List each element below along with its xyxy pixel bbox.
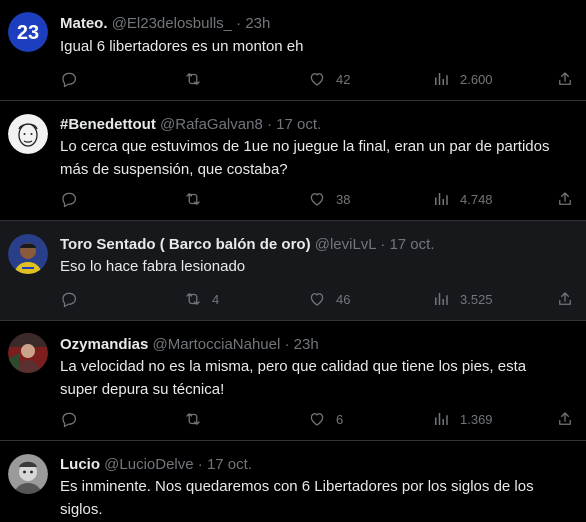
reply-feed: 23 Mateo. @El23delosbulls_ · 23h Igual 6… xyxy=(0,0,586,522)
tweet-text: Lo cerca que estuvimos de 1ue no juegue … xyxy=(60,138,550,178)
timestamp[interactable]: 23h xyxy=(245,15,270,32)
reply-button[interactable] xyxy=(60,69,78,89)
action-bar: 42 2.600 xyxy=(54,69,584,89)
share-button[interactable] xyxy=(556,189,574,209)
views-chart-icon xyxy=(435,193,448,205)
view-count: 2.600 xyxy=(460,71,493,87)
separator-dot: · xyxy=(236,15,242,32)
like-button[interactable]: 46 xyxy=(308,289,350,309)
author-handle[interactable]: @LucioDelve xyxy=(104,456,193,473)
share-button[interactable] xyxy=(556,409,574,429)
separator-dot: · xyxy=(284,336,290,353)
views-chart-icon xyxy=(435,293,448,305)
author-handle[interactable]: @El23delosbulls_ xyxy=(112,15,232,32)
tweet-text: Igual 6 libertadores es un monton eh xyxy=(60,38,304,55)
heart-icon xyxy=(310,193,324,206)
svg-text:23: 23 xyxy=(17,22,39,44)
share-icon xyxy=(559,72,571,85)
separator-dot: · xyxy=(266,116,272,133)
tweet-header: Mateo. @El23delosbulls_ · 23h xyxy=(60,15,270,33)
bulls-23-icon[interactable]: 23 xyxy=(8,12,48,52)
action-bar: 4 46 3.525 xyxy=(54,289,584,309)
view-count: 1.369 xyxy=(460,411,493,427)
sketch-face-icon[interactable] xyxy=(8,114,48,154)
separator-dot: · xyxy=(380,236,386,253)
tweet-text: La velocidad no es la misma, pero que ca… xyxy=(60,358,527,398)
author-handle[interactable]: @leviLvL xyxy=(315,236,376,253)
views-button[interactable]: 1.369 xyxy=(432,409,493,429)
reply-icon xyxy=(62,72,77,88)
share-icon xyxy=(559,412,571,425)
reply-icon xyxy=(62,292,77,308)
tweet-2[interactable]: #Benedettout @RafaGalvan8 · 17 oct. Lo c… xyxy=(0,101,586,221)
share-button[interactable] xyxy=(556,289,574,309)
reply-icon xyxy=(62,192,77,208)
views-chart-icon xyxy=(435,73,448,85)
like-count: 38 xyxy=(336,191,351,207)
retweet-button[interactable] xyxy=(184,409,202,429)
author-handle[interactable]: @RafaGalvan8 xyxy=(160,116,263,133)
action-bar: 38 4.748 xyxy=(54,189,584,209)
heart-icon xyxy=(310,413,324,426)
tweet-text: Eso lo hace fabra lesionado xyxy=(60,258,246,275)
timestamp[interactable]: 17 oct. xyxy=(276,116,321,133)
grayscale-photo-icon[interactable] xyxy=(8,454,48,494)
tweet-header: #Benedettout @RafaGalvan8 · 17 oct. xyxy=(60,116,321,134)
portrait-photo-icon[interactable] xyxy=(8,333,48,373)
views-button[interactable]: 2.600 xyxy=(432,69,493,89)
author-name[interactable]: Ozymandias xyxy=(60,336,148,353)
views-chart-icon xyxy=(435,413,448,425)
reply-icon xyxy=(62,412,77,428)
tweet-header: Ozymandias @MartocciaNahuel · 23h xyxy=(60,336,319,354)
author-name[interactable]: Lucio xyxy=(60,456,100,473)
share-icon xyxy=(559,192,571,205)
player-photo-icon[interactable] xyxy=(8,234,48,274)
tweet-1[interactable]: 23 Mateo. @El23delosbulls_ · 23h Igual 6… xyxy=(0,0,586,101)
author-name[interactable]: #Benedettout xyxy=(60,116,156,133)
timestamp[interactable]: 23h xyxy=(294,336,319,353)
tweet-3[interactable]: Toro Sentado ( Barco balón de oro) @levi… xyxy=(0,221,586,321)
tweet-4[interactable]: Ozymandias @MartocciaNahuel · 23h La vel… xyxy=(0,321,586,441)
retweet-count: 4 xyxy=(212,291,220,307)
heart-icon xyxy=(310,73,324,86)
tweet-header: Lucio @LucioDelve · 17 oct. xyxy=(60,456,252,474)
timestamp[interactable]: 17 oct. xyxy=(389,236,434,253)
retweet-button[interactable]: 4 xyxy=(184,289,219,309)
share-icon xyxy=(559,292,571,305)
tweet-header: Toro Sentado ( Barco balón de oro) @levi… xyxy=(60,236,434,254)
author-name[interactable]: Toro Sentado ( Barco balón de oro) xyxy=(60,236,311,253)
like-count: 46 xyxy=(336,291,351,307)
retweet-icon xyxy=(186,193,200,205)
retweet-icon xyxy=(186,73,200,85)
like-count: 6 xyxy=(336,411,344,427)
reply-button[interactable] xyxy=(60,289,78,309)
reply-button[interactable] xyxy=(60,189,78,209)
views-button[interactable]: 4.748 xyxy=(432,189,493,209)
action-bar: 6 1.369 xyxy=(54,409,584,429)
retweet-button[interactable] xyxy=(184,69,202,89)
retweet-button[interactable] xyxy=(184,189,202,209)
author-name[interactable]: Mateo. xyxy=(60,15,108,32)
retweet-icon xyxy=(186,413,200,425)
views-button[interactable]: 3.525 xyxy=(432,289,493,309)
timestamp[interactable]: 17 oct. xyxy=(207,456,252,473)
reply-button[interactable] xyxy=(60,409,78,429)
view-count: 3.525 xyxy=(460,291,493,307)
like-button[interactable]: 38 xyxy=(308,189,350,209)
heart-icon xyxy=(310,293,324,306)
view-count: 4.748 xyxy=(460,191,493,207)
tweet-text: Es inminente. Nos quedaremos con 6 Liber… xyxy=(60,478,534,518)
author-handle[interactable]: @MartocciaNahuel xyxy=(153,336,281,353)
like-button[interactable]: 42 xyxy=(308,69,350,89)
like-button[interactable]: 6 xyxy=(308,409,343,429)
like-count: 42 xyxy=(336,71,351,87)
retweet-icon xyxy=(186,293,200,305)
share-button[interactable] xyxy=(556,69,574,89)
separator-dot: · xyxy=(197,456,203,473)
tweet-5[interactable]: Lucio @LucioDelve · 17 oct. Es inminente… xyxy=(0,441,586,522)
